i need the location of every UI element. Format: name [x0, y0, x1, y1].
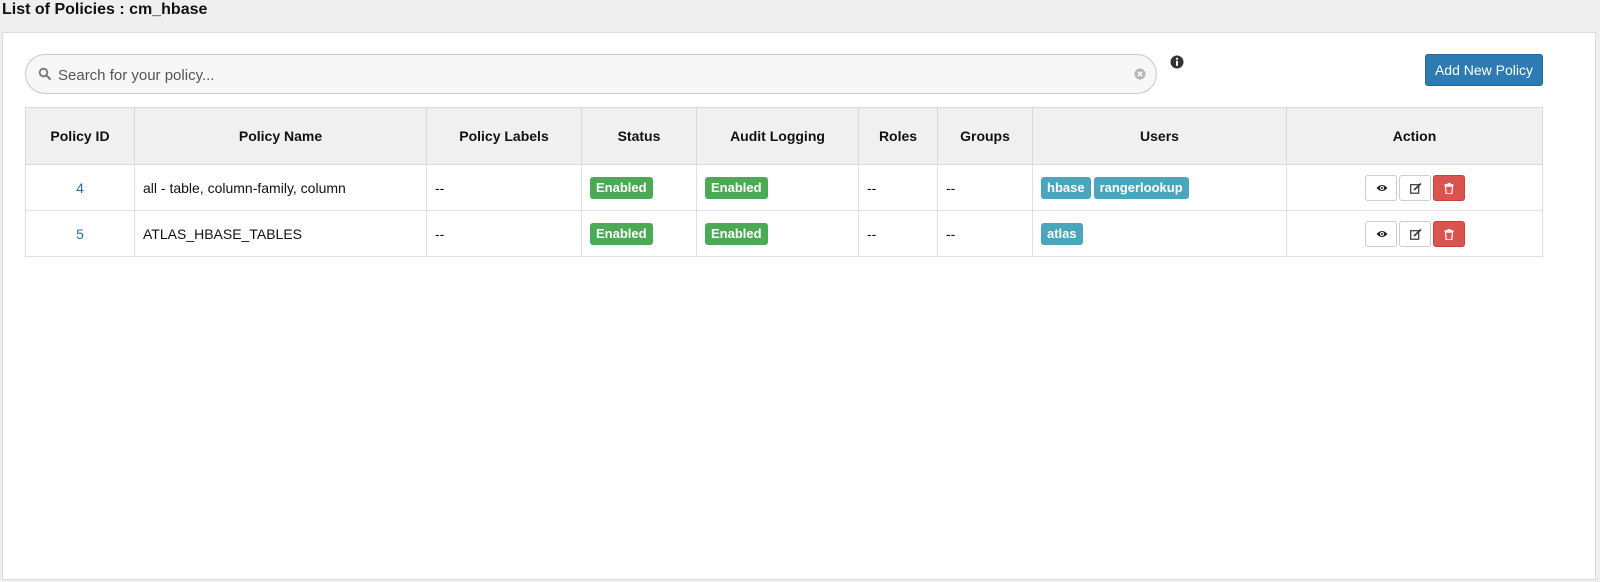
policy-labels-cell: --	[426, 164, 582, 211]
table-header-row: Policy ID Policy Name Policy Labels Stat…	[25, 107, 1543, 165]
page-title: List of Policies : cm_hbase	[2, 1, 208, 18]
groups-cell: --	[937, 164, 1033, 211]
groups-cell: --	[937, 210, 1033, 257]
user-badge: atlas	[1041, 222, 1083, 245]
status-cell: Enabled	[581, 210, 697, 257]
delete-button[interactable]	[1432, 220, 1465, 247]
search-box[interactable]	[25, 54, 1157, 94]
policy-id-link[interactable]: 4	[76, 180, 84, 196]
policy-labels-cell: --	[426, 210, 582, 257]
edit-icon	[1409, 228, 1422, 240]
status-badge: Enabled	[590, 222, 653, 245]
column-header-roles: Roles	[858, 107, 938, 165]
user-badge: rangerlookup	[1093, 176, 1189, 199]
edit-button[interactable]	[1398, 220, 1431, 247]
audit-logging-badge: Enabled	[705, 222, 768, 245]
audit-logging-badge: Enabled	[705, 176, 768, 199]
column-header-status: Status	[581, 107, 697, 165]
action-cell	[1286, 210, 1543, 257]
column-header-action: Action	[1286, 107, 1543, 165]
edit-icon	[1409, 182, 1422, 194]
status-cell: Enabled	[581, 164, 697, 211]
clear-icon[interactable]	[1134, 68, 1146, 80]
trash-icon	[1444, 228, 1453, 240]
view-button[interactable]	[1364, 174, 1397, 201]
audit-logging-cell: Enabled	[696, 164, 859, 211]
column-header-policy-name[interactable]: Policy Name	[134, 107, 427, 165]
table-row: 5 ATLAS_HBASE_TABLES -- Enabled Enabled …	[25, 210, 1543, 257]
policy-id-cell: 4	[25, 164, 135, 211]
search-input[interactable]	[56, 61, 1130, 89]
column-header-groups: Groups	[937, 107, 1033, 165]
delete-button[interactable]	[1432, 174, 1465, 201]
roles-cell: --	[858, 164, 938, 211]
policy-id-link[interactable]: 5	[76, 226, 84, 242]
users-cell: atlas	[1032, 210, 1287, 257]
action-cell	[1286, 164, 1543, 211]
policy-name-cell: ATLAS_HBASE_TABLES	[134, 210, 427, 257]
eye-icon	[1376, 184, 1387, 191]
edit-button[interactable]	[1398, 174, 1431, 201]
view-button[interactable]	[1364, 220, 1397, 247]
table-row: 4 all - table, column-family, column -- …	[25, 164, 1543, 211]
audit-logging-cell: Enabled	[696, 210, 859, 257]
column-header-policy-id[interactable]: Policy ID	[25, 107, 135, 165]
users-cell: hbase rangerlookup	[1032, 164, 1287, 211]
column-header-policy-labels: Policy Labels	[426, 107, 582, 165]
info-icon[interactable]	[1170, 55, 1184, 69]
policies-panel: Add New Policy Policy ID Policy Name Pol…	[2, 32, 1596, 580]
eye-icon	[1376, 230, 1387, 237]
column-header-users: Users	[1032, 107, 1287, 165]
status-badge: Enabled	[590, 176, 653, 199]
add-new-policy-button[interactable]: Add New Policy	[1425, 54, 1543, 86]
policy-id-cell: 5	[25, 210, 135, 257]
policies-table: Policy ID Policy Name Policy Labels Stat…	[25, 107, 1543, 257]
user-badge: hbase	[1041, 176, 1091, 199]
policy-name-cell: all - table, column-family, column	[134, 164, 427, 211]
trash-icon	[1444, 182, 1453, 194]
search-icon	[38, 67, 51, 80]
column-header-audit-logging: Audit Logging	[696, 107, 859, 165]
roles-cell: --	[858, 210, 938, 257]
